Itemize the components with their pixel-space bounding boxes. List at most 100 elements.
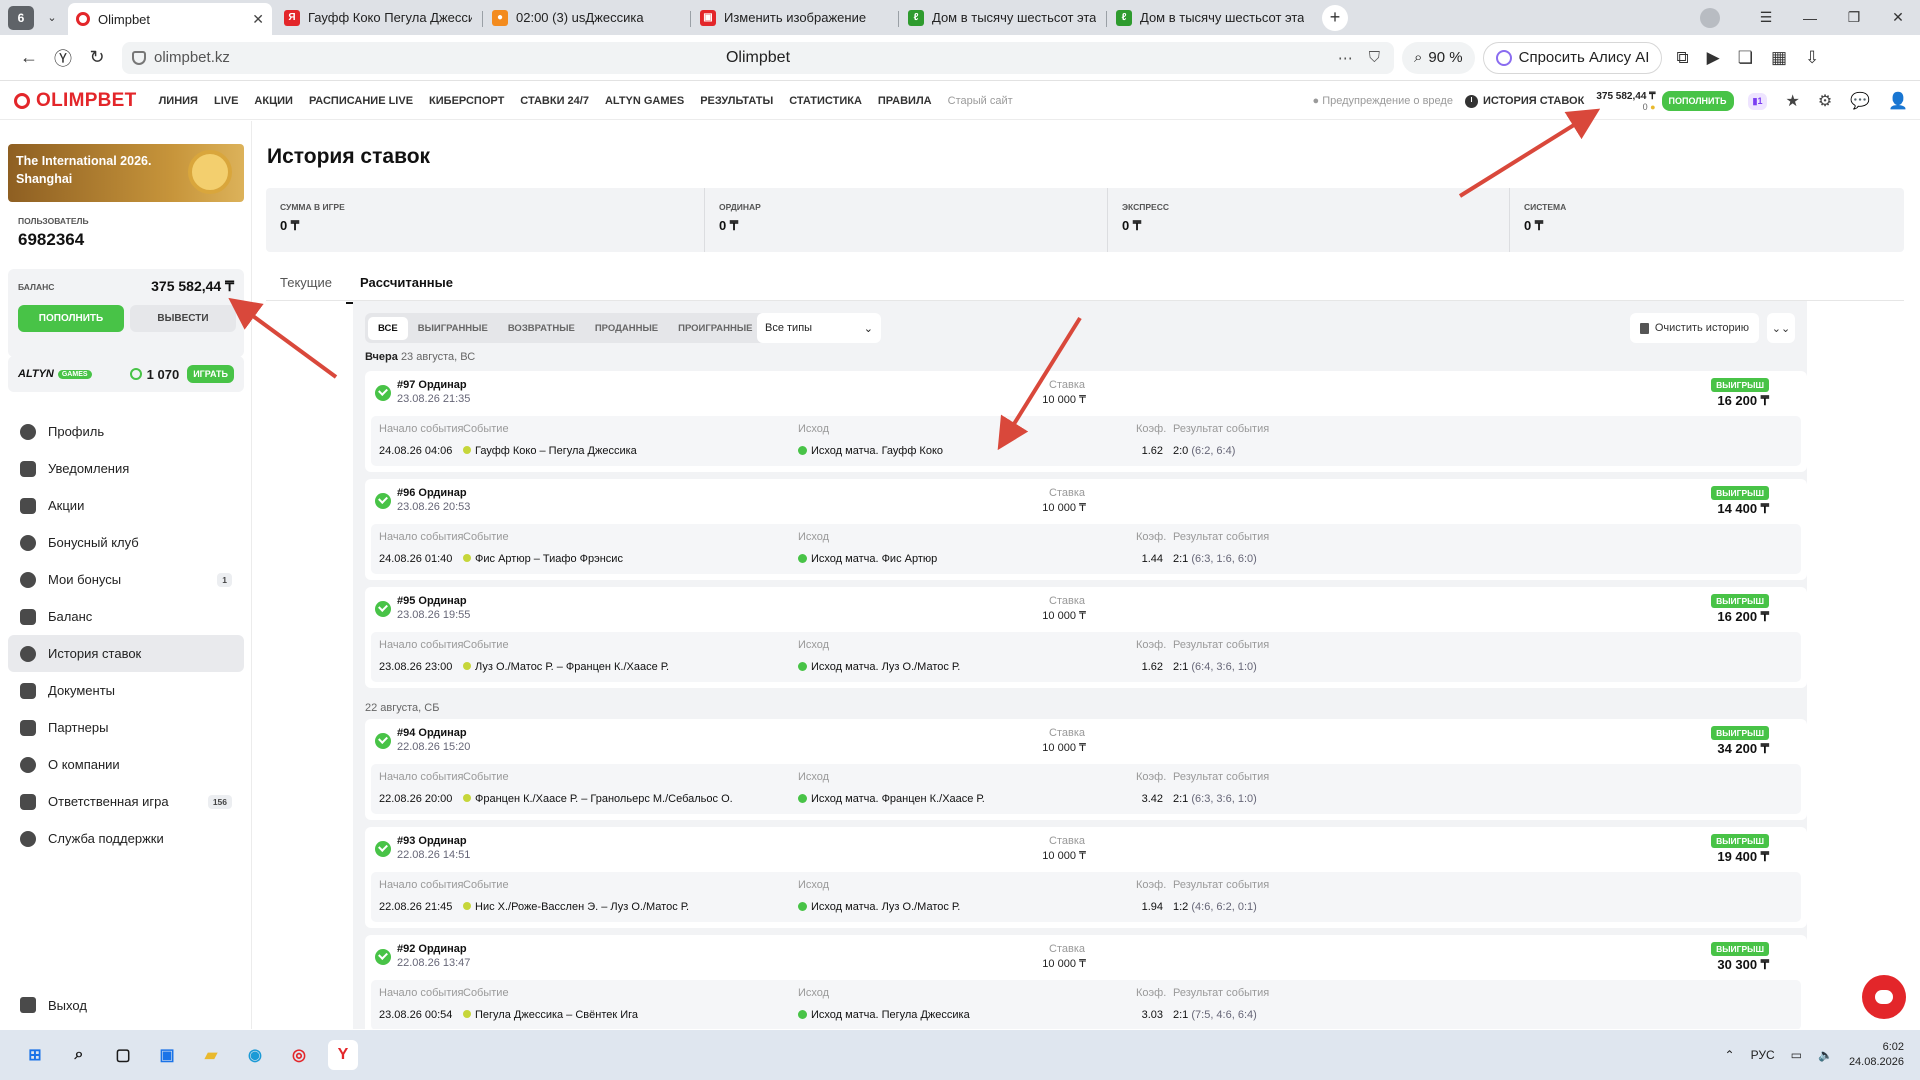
bet-type-select[interactable]: Все типы ⌄ <box>757 313 881 343</box>
volume-icon[interactable]: 🔈 <box>1818 1048 1833 1062</box>
clock[interactable]: 6:02 24.08.2026 <box>1849 1040 1904 1070</box>
sidebar-item-profile[interactable]: Профиль <box>8 413 244 450</box>
bet-card[interactable]: #94 Ординар 22.08.26 15:20 Ставка 10 000 ₸ В… <box>365 719 1807 820</box>
sidebar-item-my-bonuses[interactable]: Мои бонусы 1 <box>8 561 244 598</box>
sidebar-item-promos[interactable]: Акции <box>8 487 244 524</box>
tab-settled[interactable]: Рассчитанные <box>345 265 467 304</box>
nav-altyn-games[interactable]: ALTYN GAMES <box>605 95 684 107</box>
bet-card[interactable]: #93 Ординар 22.08.26 14:51 Ставка 10 000 ₸ В… <box>365 827 1807 928</box>
olimpbet-logo[interactable]: OLIMPBET <box>14 90 137 112</box>
nav-esports[interactable]: КИБЕРСПОРТ <box>429 95 504 107</box>
bet-history-link[interactable]: ИСТОРИЯ СТАВОК <box>1464 94 1584 108</box>
chrome-icon[interactable]: ◎ <box>284 1040 314 1070</box>
bet-card[interactable]: #97 Ординар 23.08.26 21:35 Ставка 10 000 ₸ В… <box>365 371 1807 472</box>
browser-tab[interactable]: ▣ Изменить изображение <box>692 3 899 33</box>
event-name[interactable]: Францен К./Хаасе Р. – Гранольерс М./Себа… <box>463 793 733 805</box>
task-view-icon[interactable]: ▢ <box>108 1040 138 1070</box>
nav-statistics[interactable]: СТАТИСТИКА <box>789 95 862 107</box>
altyn-play-button[interactable]: ИГРАТЬ <box>187 365 234 383</box>
tab-current[interactable]: Текущие <box>266 265 346 304</box>
sidebar-item-about[interactable]: О компании <box>8 746 244 783</box>
filter-won[interactable]: ВЫИГРАННЫЕ <box>408 317 498 340</box>
language-indicator[interactable]: РУС <box>1751 1048 1775 1062</box>
menu-icon[interactable]: ☰ <box>1744 9 1788 26</box>
back-arrow-icon[interactable]: ← <box>12 41 46 75</box>
event-name[interactable]: Луз О./Матос Р. – Францен К./Хаасе Р. <box>463 661 669 673</box>
close-icon[interactable]: ✕ <box>252 11 264 28</box>
browser-tab[interactable]: ● 02:00 (3) usДжессика <box>484 3 691 33</box>
user-icon[interactable]: 👤 <box>1888 91 1908 111</box>
chevron-down-icon[interactable]: ⌄ <box>40 6 64 30</box>
logout-link[interactable]: Выход <box>20 997 87 1013</box>
star-icon[interactable]: ★ <box>1785 91 1799 111</box>
nav-results[interactable]: РЕЗУЛЬТАТЫ <box>700 95 773 107</box>
clear-history-button[interactable]: Очистить историю <box>1629 313 1759 343</box>
nav-bets-247[interactable]: СТАВКИ 24/7 <box>520 95 589 107</box>
collapse-all-button[interactable]: ⌄⌄ <box>1767 313 1795 343</box>
search-icon[interactable]: ⌕ <box>64 1040 94 1070</box>
browser-tab[interactable]: ℓ Дом в тысячу шестьсот этажей <box>900 3 1107 33</box>
browser-tab[interactable]: Я Гауфф Коко Пегула Джессика <box>276 3 483 33</box>
windows-start-icon[interactable]: ⊞ <box>20 1040 50 1070</box>
harm-warning-link[interactable]: ● Предупреждение о вреде <box>1313 95 1453 107</box>
sidebar-item-documents[interactable]: Документы <box>8 672 244 709</box>
header-balance[interactable]: 375 582,44 ₸ 0 ● <box>1596 91 1655 112</box>
edge-icon[interactable]: ◉ <box>240 1040 270 1070</box>
filter-sold[interactable]: ПРОДАННЫЕ <box>585 317 668 340</box>
close-window-icon[interactable]: ✕ <box>1876 9 1920 26</box>
extensions-icon[interactable]: ⧉ <box>1676 48 1688 68</box>
chevron-up-icon[interactable]: ⌃ <box>1725 1048 1735 1062</box>
sidebar-item-bet-history[interactable]: История ставок <box>8 635 244 672</box>
nav-line[interactable]: ЛИНИЯ <box>159 95 198 107</box>
media-icon[interactable]: ▶ <box>1707 48 1720 68</box>
withdraw-button[interactable]: ВЫВЕСТИ <box>130 305 236 332</box>
nav-rules[interactable]: ПРАВИЛА <box>878 95 932 107</box>
sidebar-item-support[interactable]: Служба поддержки <box>8 820 244 857</box>
topup-button[interactable]: ПОПОЛНИТЬ <box>18 305 124 332</box>
filter-returned[interactable]: ВОЗВРАТНЫЕ <box>498 317 585 340</box>
nav-old-site[interactable]: Старый сайт <box>948 95 1013 107</box>
sidebar-item-responsible-gaming[interactable]: Ответственная игра 156 <box>8 783 244 820</box>
browser-tab[interactable]: Olimpbet ✕ <box>68 3 272 35</box>
yandex-browser-icon[interactable]: Y <box>328 1040 358 1070</box>
restore-icon[interactable]: ❐ <box>1832 9 1876 26</box>
filter-lost[interactable]: ПРОИГРАННЫЕ <box>668 317 762 340</box>
extension-icon[interactable]: ▦ <box>1771 48 1787 68</box>
url-field[interactable]: olimpbet.kz Olimpbet ⋯ ⛉ <box>122 41 1394 74</box>
chat-icon[interactable]: 💬 <box>1850 91 1870 111</box>
ask-alice-button[interactable]: Спросить Алису AI <box>1482 41 1663 74</box>
tab-counter[interactable]: 6 <box>8 5 34 30</box>
filter-all[interactable]: ВСЕ <box>368 316 408 340</box>
store-icon[interactable]: ▣ <box>152 1040 182 1070</box>
event-name[interactable]: Фис Артюр – Тиафо Фрэнсис <box>463 553 623 565</box>
nav-live-schedule[interactable]: РАСПИСАНИЕ LIVE <box>309 95 413 107</box>
bet-card[interactable]: #92 Ординар 22.08.26 13:47 Ставка 10 000 ₸ В… <box>365 935 1807 1029</box>
browser-tab[interactable]: ℓ Дом в тысячу шестьсот этажей <box>1108 3 1312 33</box>
nav-promos[interactable]: АКЦИИ <box>254 95 293 107</box>
sidebar-item-notifications[interactable]: Уведомления <box>8 450 244 487</box>
minimize-icon[interactable]: — <box>1788 10 1832 26</box>
event-name[interactable]: Гауфф Коко – Пегула Джессика <box>463 445 637 457</box>
bookmark-icon[interactable]: ⛉ <box>1369 49 1380 67</box>
download-icon[interactable]: ⇩ <box>1805 48 1819 68</box>
gear-icon[interactable]: ⚙ <box>1818 91 1832 111</box>
folder-icon[interactable]: ▰ <box>196 1040 226 1070</box>
bet-card[interactable]: #96 Ординар 23.08.26 20:53 Ставка 10 000 ₸ В… <box>365 479 1807 580</box>
support-chat-button[interactable] <box>1862 975 1906 1019</box>
collections-icon[interactable]: ❏ <box>1738 48 1753 68</box>
sidebar-item-partners[interactable]: Партнеры <box>8 709 244 746</box>
sidebar-item-balance[interactable]: Баланс <box>8 598 244 635</box>
header-topup-button[interactable]: ПОПОЛНИТЬ <box>1661 91 1734 111</box>
sidebar-item-bonus-club[interactable]: Бонусный клуб <box>8 524 244 561</box>
nav-live[interactable]: LIVE <box>214 95 238 107</box>
network-icon[interactable]: ▭ <box>1791 1048 1802 1062</box>
event-name[interactable]: Нис Х./Роже-Васслен Э. – Луз О./Матос Р. <box>463 901 689 913</box>
the-international-banner[interactable]: The International 2026. Shanghai <box>8 144 244 202</box>
reload-icon[interactable]: ↻ <box>80 41 114 75</box>
yandex-home-icon[interactable]: Ⓨ <box>46 41 80 75</box>
event-name[interactable]: Пегула Джессика – Свёнтек Ига <box>463 1009 638 1021</box>
zoom-button[interactable]: ⌕ 90 % <box>1402 41 1475 74</box>
promo-badge[interactable]: ▮1 <box>1747 92 1768 110</box>
more-icon[interactable]: ⋯ <box>1338 49 1353 67</box>
profile-avatar-icon[interactable] <box>1700 7 1720 28</box>
